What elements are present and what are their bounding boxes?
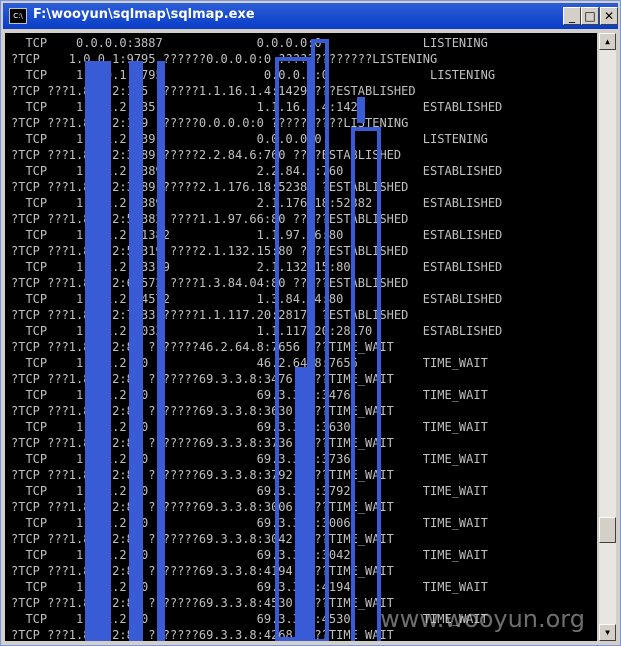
console-line: TCP 1.8.1.2:139 0.0.0.0:0 LISTENING <box>11 132 488 146</box>
console-output[interactable]: TCP 0.0.0.0:3887 0.0.0.0:0 LISTENING ?TCP… <box>5 33 597 641</box>
console-line: ?TCP ???1.8.1.2:3389 ?????2.1.176.18:523… <box>11 180 409 194</box>
console-line: TCP 1.8.1.2:80 69.3.3.8:3042 TIME_WAIT <box>11 548 488 562</box>
console-line: ?TCP ???1.8.1.2:80 ???????69.3.3.8:3476 … <box>11 372 394 386</box>
console-line: ?TCP ???1.8.1.2:80 ???????69.3.3.8:3006 … <box>11 500 394 514</box>
redaction-outline <box>275 57 311 641</box>
console-line: ?TCP ???1.8.1.2:80 ???????69.3.3.8:3736 … <box>11 436 394 450</box>
console-line: TCP 1.8.1.2:80 46.2.64.8:7656 TIME_WAIT <box>11 356 488 370</box>
console-line: TCP 1.8.1.2:80 69.3.3.8:3736 TIME_WAIT <box>11 452 488 466</box>
maximize-button[interactable]: □ <box>581 7 599 25</box>
console-line: ?TCP ???1.8.1.2:80 ???????69.3.3.8:3792 … <box>11 468 394 482</box>
console-line: ?TCP ???1.8.1.2:135 ??????1.1.16.1.4:142… <box>11 84 416 98</box>
minimize-button[interactable]: _ <box>563 7 581 25</box>
scrollbar-thumb[interactable] <box>599 517 616 543</box>
console-line: ?TCP ???1.8.1.2:139 ??????0.0.0.0:0 ????… <box>11 116 409 130</box>
console-line: ?TCP ???1.8.1.2:80 ???????69.3.3.8:3630 … <box>11 404 394 418</box>
console-line: ?TCP ???1.8.1.2:80 ???????69.3.3.8:4530 … <box>11 596 394 610</box>
console-line: ?TCP ???1.8.1.2:53319 ????2.1.132.15:80 … <box>11 244 409 258</box>
console-line: TCP 1.8.1.2:80 69.3.3.8:3006 TIME_WAIT <box>11 516 488 530</box>
close-button[interactable]: ✕ <box>600 7 618 25</box>
redaction-outline <box>311 39 329 641</box>
console-line: ?TCP ???1.8.1.2:80 ???????46.2.64.8:7656… <box>11 340 394 354</box>
redaction-bar <box>129 61 143 641</box>
console-line: ?TCP ???1.8.1.2:64572 ????1.3.84.04:80 ?… <box>11 276 409 290</box>
vertical-scrollbar[interactable]: ▲ ▼ <box>599 33 616 641</box>
window-title: F:\wooyun\sqlmap\sqlmap.exe <box>33 7 255 22</box>
redaction-bar <box>357 97 365 123</box>
redaction-bar <box>157 61 165 641</box>
console-line: ?TCP ???1.8.1.2:80 ???????69.3.3.8:3042 … <box>11 532 394 546</box>
redaction-outline <box>351 127 381 641</box>
redaction-bar <box>85 61 99 641</box>
console-line: ?TCP ???1.8.1.2:80 ???????69.3.3.8:4268 … <box>11 628 394 641</box>
console-line: TCP 1.8.1.2:80 69.3.3.8:3630 TIME_WAIT <box>11 420 488 434</box>
console-line: TCP 0.0.0.0:3887 0.0.0.0:0 LISTENING <box>11 36 488 50</box>
console-line: TCP 1.8.1.2:80 69.3.3.8:3792 TIME_WAIT <box>11 484 488 498</box>
console-line: ?TCP ???1.8.1.2:51382 ????1.1.97.66:80 ?… <box>11 212 409 226</box>
console-app-icon[interactable]: C:\ <box>9 8 27 24</box>
title-bar[interactable]: C:\ F:\wooyun\sqlmap\sqlmap.exe _ □ ✕ <box>3 3 618 29</box>
redaction-bar <box>99 61 111 641</box>
scroll-up-arrow-icon[interactable]: ▲ <box>599 33 616 50</box>
console-line: ?TCP ???1.8.1.2:7033 ?????1.1.117.20:281… <box>11 308 409 322</box>
console-line: TCP 1.8.1.2:80 69.3.3.8:3476 TIME_WAIT <box>11 388 488 402</box>
console-line: TCP 1.8.1.2:80 69.3.3.8:4194 TIME_WAIT <box>11 580 488 594</box>
console-line: ?TCP ???1.8.1.2:80 ???????69.3.3.8:4194 … <box>11 564 394 578</box>
console-line: TCP 1.0.0.1:9795 0.0.0.0:0 LISTENING <box>11 68 496 82</box>
scroll-down-arrow-icon[interactable]: ▼ <box>599 624 616 641</box>
watermark: www.wooyun.org <box>380 605 585 633</box>
console-line: ?TCP 1.0.0.1:9795 ??????0.0.0.0:0 ??????… <box>11 52 438 66</box>
console-window: C:\ F:\wooyun\sqlmap\sqlmap.exe _ □ ✕ TC… <box>0 0 621 646</box>
console-line: ?TCP ???1.8.1.2:3389 ?????2.2.84.6:760 ?… <box>11 148 402 162</box>
